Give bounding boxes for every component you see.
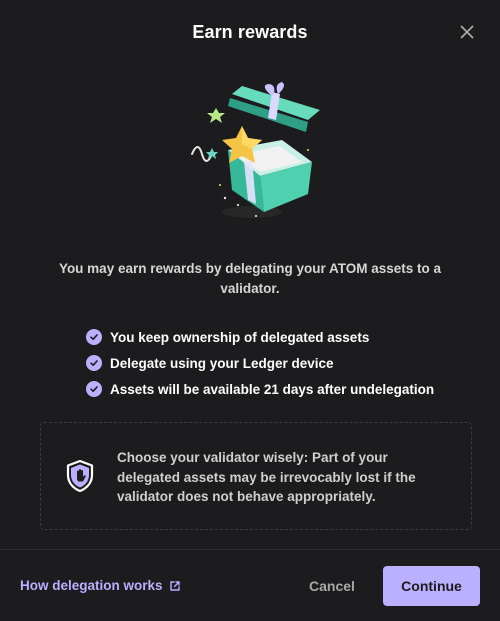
earn-rewards-modal: Earn rewards You may earn rewards by del… — [0, 0, 500, 621]
benefit-label: Delegate using your Ledger device — [110, 355, 334, 371]
external-link-icon — [169, 580, 180, 591]
shield-hand-icon — [65, 459, 95, 493]
modal-header: Earn rewards — [0, 0, 500, 66]
cancel-button[interactable]: Cancel — [309, 578, 355, 594]
benefit-item: You keep ownership of delegated assets — [86, 324, 480, 350]
benefits-list: You keep ownership of delegated assets D… — [86, 324, 480, 402]
close-button[interactable] — [458, 23, 476, 41]
validator-warning-box: Choose your validator wisely: Part of yo… — [40, 422, 472, 530]
warning-text: Choose your validator wisely: Part of yo… — [117, 450, 416, 504]
modal-title: Earn rewards — [192, 22, 308, 42]
benefit-item: Assets will be available 21 days after u… — [86, 376, 480, 402]
benefit-item: Delegate using your Ledger device — [86, 350, 480, 376]
link-label: How delegation works — [20, 578, 163, 593]
benefit-label: Assets will be available 21 days after u… — [110, 381, 435, 397]
check-circle-icon — [86, 329, 102, 345]
footer-divider — [0, 549, 500, 550]
gift-box-with-star-illustration — [180, 80, 330, 230]
close-icon — [460, 25, 474, 39]
check-circle-icon — [86, 355, 102, 371]
intro-text: You may earn rewards by delegating your … — [58, 261, 442, 296]
check-circle-icon — [86, 381, 102, 397]
benefit-label: You keep ownership of delegated assets — [110, 329, 370, 345]
continue-button[interactable]: Continue — [383, 566, 480, 606]
how-delegation-works-link[interactable]: How delegation works — [20, 578, 181, 593]
